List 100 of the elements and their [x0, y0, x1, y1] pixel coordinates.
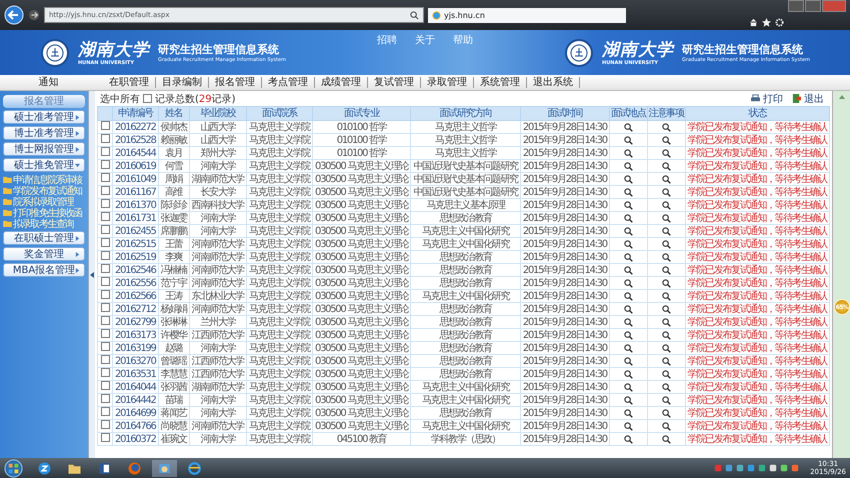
search-icon[interactable]	[624, 266, 633, 274]
search-icon[interactable]	[624, 396, 633, 404]
search-icon[interactable]	[662, 148, 671, 158]
nav-item[interactable]: 复试管理	[368, 77, 421, 88]
exit-door-icon[interactable]	[792, 94, 801, 103]
nav-item[interactable]: 报名管理	[209, 77, 262, 88]
sidebar-item[interactable]: 博士准考管理	[3, 126, 85, 140]
search-icon[interactable]	[624, 278, 633, 288]
row-checkbox[interactable]	[100, 173, 110, 182]
search-icon[interactable]	[662, 122, 671, 132]
forward-arrow-icon[interactable]	[28, 9, 40, 21]
row-checkbox[interactable]	[100, 160, 110, 169]
row-checkbox[interactable]	[100, 394, 110, 403]
toolbar-link[interactable]: 退出	[804, 92, 824, 106]
search-icon[interactable]	[662, 422, 671, 430]
search-icon[interactable]	[624, 304, 633, 314]
row-checkbox[interactable]	[100, 355, 110, 364]
search-icon[interactable]	[662, 344, 671, 352]
search-icon[interactable]	[662, 370, 671, 378]
search-icon[interactable]	[624, 408, 633, 418]
row-checkbox[interactable]	[100, 368, 110, 377]
sidebar-item[interactable]: 在职硕士管理	[3, 231, 85, 245]
search-icon[interactable]	[662, 136, 671, 144]
search-icon[interactable]	[624, 252, 633, 262]
search-icon[interactable]	[662, 382, 671, 392]
search-icon[interactable]	[662, 318, 671, 326]
search-icon[interactable]	[662, 162, 671, 170]
nav-item[interactable]: 退出系统	[527, 77, 580, 88]
search-icon[interactable]	[662, 174, 671, 184]
row-checkbox[interactable]	[100, 407, 110, 416]
nav-item[interactable]: 系统管理	[474, 77, 527, 88]
sidebar-item[interactable]: 硕士推免管理	[3, 158, 85, 172]
sidebar-item[interactable]: 奖金管理	[3, 247, 85, 261]
browser-tab[interactable]: yjs.hnu.cn	[428, 8, 626, 22]
row-checkbox[interactable]	[100, 316, 110, 325]
search-icon[interactable]	[624, 434, 633, 444]
search-icon[interactable]	[624, 226, 633, 236]
printer-icon[interactable]	[751, 94, 760, 103]
row-checkbox[interactable]	[100, 264, 110, 273]
select-all-checkbox[interactable]	[143, 94, 152, 103]
home-icon[interactable]	[749, 18, 758, 26]
search-icon[interactable]	[662, 434, 671, 444]
row-checkbox[interactable]	[100, 225, 110, 234]
row-checkbox[interactable]	[100, 290, 110, 299]
search-icon[interactable]	[662, 356, 671, 366]
search-icon[interactable]	[662, 240, 671, 248]
search-icon[interactable]	[662, 266, 671, 274]
row-checkbox[interactable]	[100, 420, 110, 429]
collapse-arrow-icon[interactable]	[90, 272, 94, 278]
search-icon[interactable]	[662, 396, 671, 404]
search-icon[interactable]	[662, 304, 671, 314]
star-icon[interactable]	[762, 18, 771, 26]
search-icon[interactable]	[624, 200, 633, 210]
search-icon[interactable]	[624, 370, 633, 378]
row-checkbox[interactable]	[100, 433, 110, 442]
row-checkbox[interactable]	[100, 251, 110, 260]
search-icon[interactable]	[624, 344, 633, 352]
search-icon[interactable]	[624, 292, 633, 300]
scrollbar[interactable]	[832, 91, 850, 458]
search-icon[interactable]	[624, 214, 633, 222]
search-icon[interactable]	[662, 200, 671, 210]
scroll-up-arrow-icon[interactable]	[838, 95, 844, 99]
search-icon[interactable]	[624, 382, 633, 392]
search-icon[interactable]	[624, 148, 633, 158]
search-icon[interactable]	[624, 188, 633, 196]
search-icon[interactable]	[662, 188, 671, 196]
search-icon[interactable]	[662, 278, 671, 288]
row-checkbox[interactable]	[100, 277, 110, 286]
search-icon[interactable]	[662, 330, 671, 340]
row-checkbox[interactable]	[100, 212, 110, 221]
search-icon[interactable]	[624, 356, 633, 366]
nav-item[interactable]: 目录编制	[156, 77, 209, 88]
sidebar-item[interactable]: MBA报名管理	[3, 263, 85, 277]
search-icon[interactable]	[624, 136, 633, 144]
row-checkbox[interactable]	[100, 186, 110, 195]
nav-item[interactable]: 在职管理	[103, 77, 156, 88]
toolbar-link[interactable]: 打印	[763, 92, 783, 106]
row-checkbox[interactable]	[100, 199, 110, 208]
settings-icon[interactable]	[775, 18, 784, 26]
nav-item[interactable]: 录取管理	[421, 77, 474, 88]
search-icon[interactable]	[624, 162, 633, 170]
search-icon[interactable]	[662, 214, 671, 222]
row-checkbox[interactable]	[100, 238, 110, 247]
sidebar-item[interactable]: 博士网报管理	[3, 142, 85, 156]
search-icon[interactable]	[624, 318, 633, 326]
search-icon[interactable]	[410, 10, 419, 20]
row-checkbox[interactable]	[100, 342, 110, 351]
search-icon[interactable]	[624, 122, 633, 132]
search-icon[interactable]	[662, 226, 671, 236]
search-icon[interactable]	[624, 240, 633, 248]
row-checkbox[interactable]	[100, 147, 110, 156]
search-icon[interactable]	[662, 292, 671, 300]
nav-item[interactable]: 通知	[0, 77, 97, 88]
start-button-icon[interactable]	[4, 458, 23, 478]
row-checkbox[interactable]	[100, 303, 110, 312]
row-checkbox[interactable]	[100, 329, 110, 338]
search-icon[interactable]	[662, 408, 671, 418]
sidebar-item[interactable]: 硕士准考管理	[3, 110, 85, 124]
row-checkbox[interactable]	[100, 121, 110, 130]
search-icon[interactable]	[624, 330, 633, 340]
